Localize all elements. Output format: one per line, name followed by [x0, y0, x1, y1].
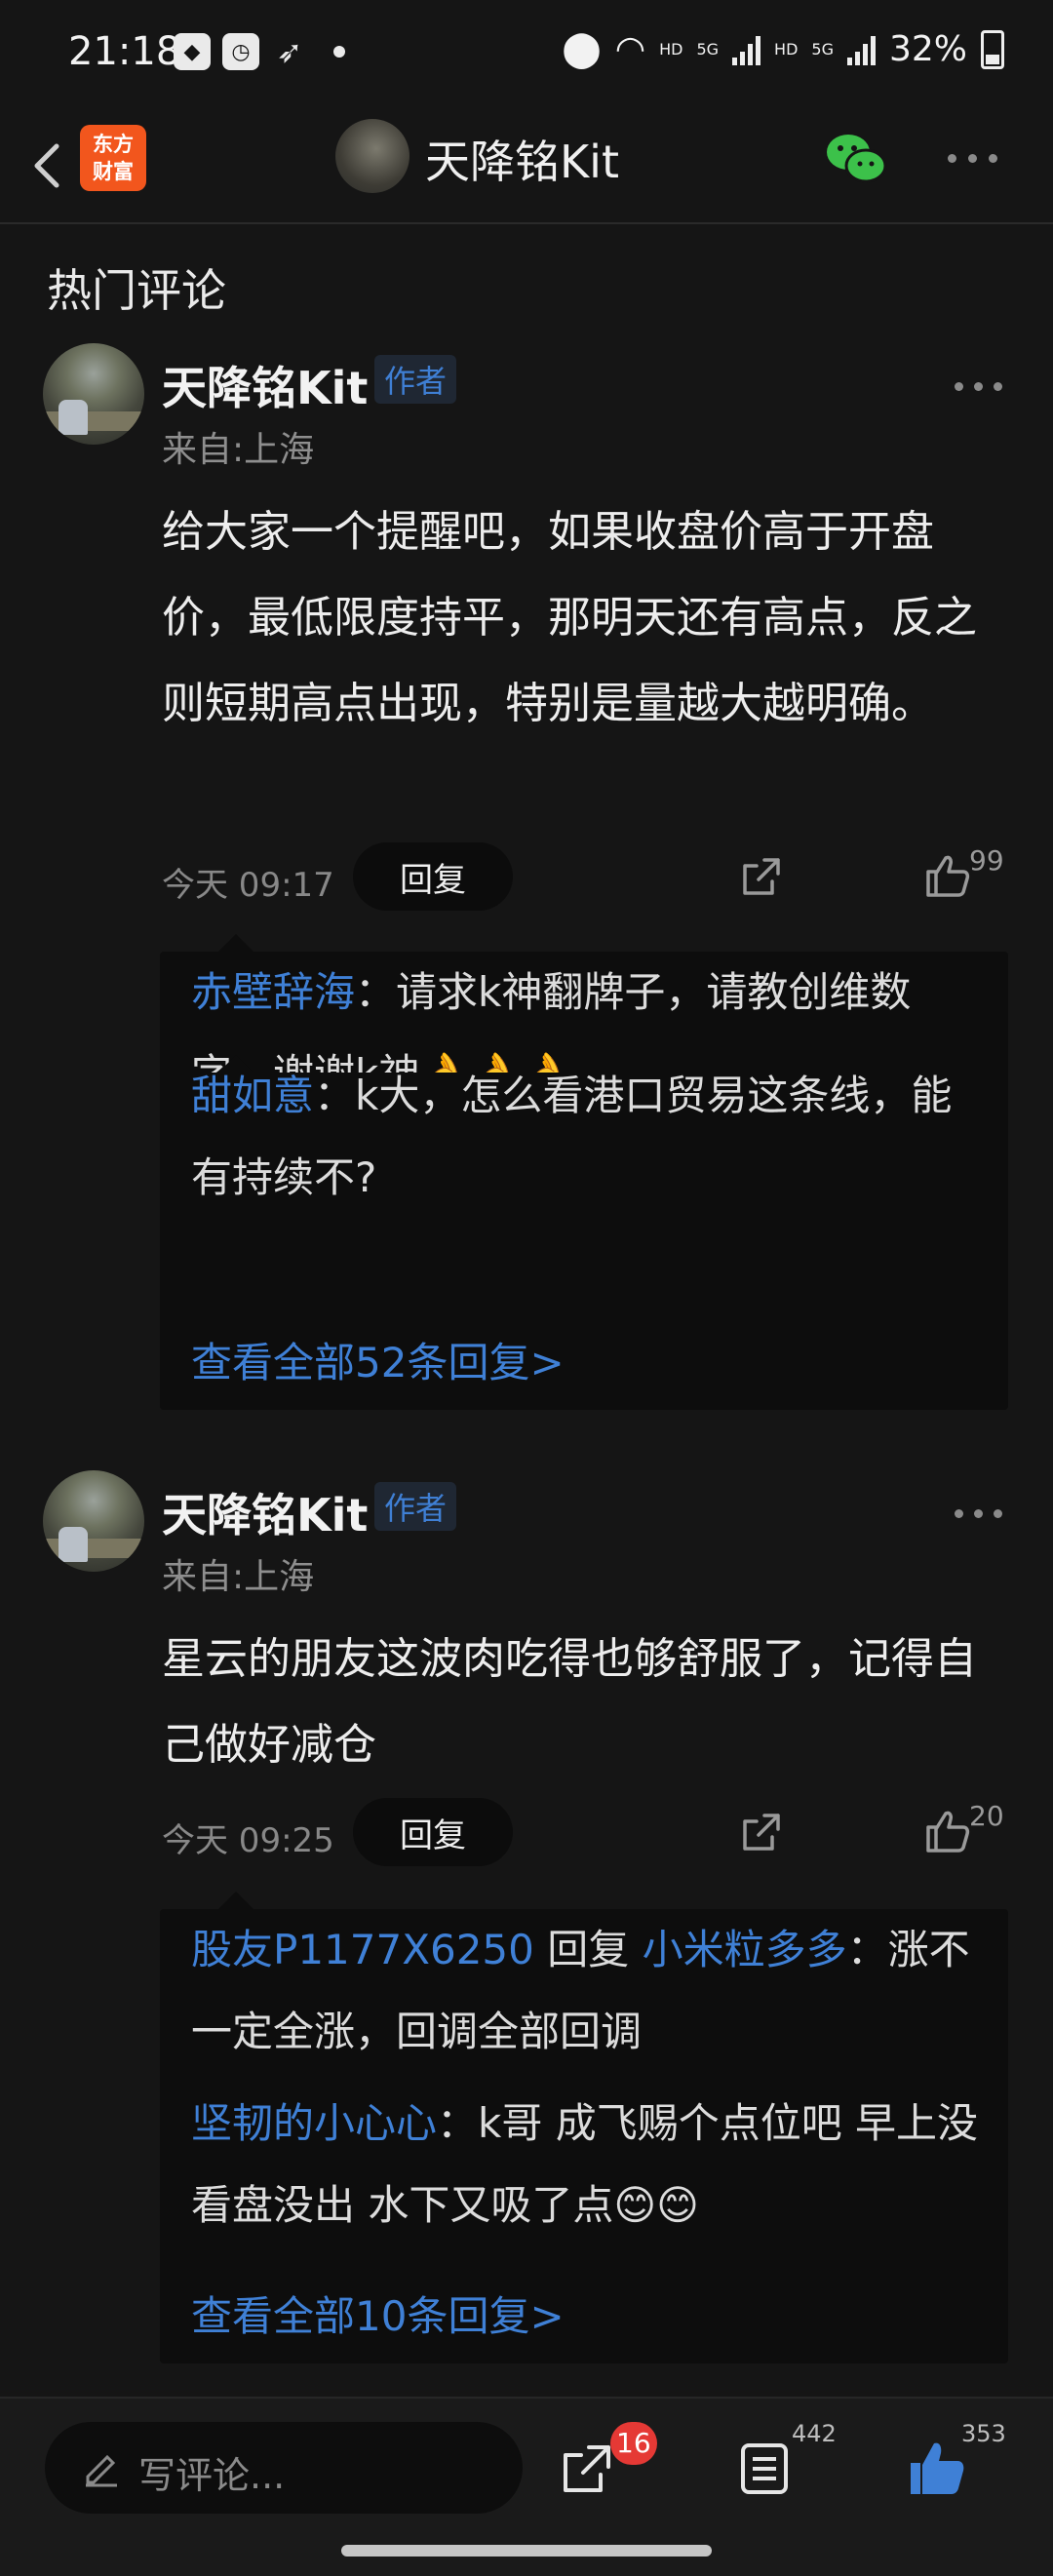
clock-app-icon: ◷ — [222, 33, 259, 70]
logo-line-1: 东方 — [93, 133, 134, 156]
like-count: 353 — [961, 2420, 1006, 2447]
reply-button[interactable]: 回复 — [353, 842, 513, 911]
battery-percent: 32% — [888, 29, 967, 69]
reply-item[interactable]: 坚韧的小心心：k哥 成飞赐个点位吧 早上没看盘没出 水下又吸了点😊😊 — [191, 2083, 991, 2246]
comment-placeholder: 写评论... — [138, 2454, 286, 2497]
nav-avatar[interactable] — [335, 119, 410, 193]
home-indicator[interactable] — [341, 2545, 712, 2556]
comment-text: 星云的朋友这波肉吃得也够舒服了，记得自己做好减仓 — [162, 1634, 977, 1770]
view-all-replies-link[interactable]: 查看全部10条回复> — [191, 2283, 565, 2343]
network-label-1: 5G — [696, 40, 720, 59]
comment-location: 来自:上海 — [162, 1557, 315, 1597]
view-all-replies-link[interactable]: 查看全部52条回复> — [191, 1330, 565, 1389]
comment-location: 来自:上海 — [162, 430, 315, 470]
system-status: ⬤ ◠ HD 5G HD 5G 32% — [562, 29, 1004, 69]
signal-icon-1 — [732, 34, 761, 65]
reply-button[interactable]: 回复 — [353, 1798, 513, 1866]
share-icon[interactable] — [737, 1808, 786, 1856]
pen-icon — [86, 2454, 117, 2487]
more-menu-button[interactable] — [948, 154, 1006, 168]
author-badge: 作者 — [374, 1482, 457, 1531]
status-time: 21:18 — [68, 29, 181, 74]
comment-card: 天降铭Kit 作者 来自:上海 星云的朋友这波肉吃得也够舒服了，记得自己做好减仓… — [0, 1470, 1053, 2367]
status-bar: 21:18 ◆ ◷ ➶ ⬤ ◠ HD 5G HD 5G 32% — [0, 0, 1053, 107]
hd-label-2: HD — [774, 40, 799, 59]
nav-bar: 东方 财富 天降铭Kit — [0, 107, 1053, 224]
bird-app-icon: ➶ — [276, 33, 303, 70]
comment-text: 给大家一个提醒吧，如果收盘价高于开盘价，最低限度持平，那明天还有高点，反之则短期… — [162, 507, 977, 728]
like-icon[interactable] — [905, 2438, 967, 2500]
comment-author[interactable]: 天降铭Kit — [162, 1480, 368, 1544]
comment-input[interactable]: 写评论... — [45, 2422, 523, 2514]
signal-icon-2 — [846, 34, 876, 65]
reply-item[interactable]: 甜如意：k大，怎么看港口贸易这条线，能有持续不? — [191, 1055, 991, 1219]
avatar[interactable] — [43, 1470, 144, 1572]
wechat-icon[interactable] — [825, 131, 887, 187]
battery-icon — [981, 29, 1004, 69]
wifi-icon: ◠ — [614, 29, 646, 69]
like-count: 20 — [969, 1800, 1004, 1832]
location-icon: ⬤ — [562, 29, 602, 69]
app-logo[interactable]: 东方 财富 — [80, 125, 146, 191]
list-icon[interactable] — [733, 2438, 796, 2500]
back-button[interactable] — [23, 127, 82, 205]
like-count: 99 — [969, 844, 1004, 877]
author-badge: 作者 — [374, 355, 457, 404]
reply-target-user[interactable]: 小米粒多多 — [643, 1926, 847, 1973]
reply-user[interactable]: 赤壁辞海 — [191, 968, 355, 1016]
share-icon[interactable] — [737, 852, 786, 901]
avatar[interactable] — [43, 343, 144, 445]
like-icon[interactable] — [922, 1806, 973, 1856]
comment-author[interactable]: 天降铭Kit — [162, 353, 368, 417]
comment-time: 今天 09:25 — [162, 1821, 334, 1860]
comment-time: 今天 09:17 — [162, 866, 334, 905]
like-icon[interactable] — [922, 850, 973, 901]
comment-more-button[interactable] — [955, 1509, 1002, 1518]
comment-more-button[interactable] — [955, 382, 1002, 391]
reply-user[interactable]: 甜如意 — [191, 1072, 314, 1119]
back-icon — [34, 143, 59, 188]
more-notifications-dot — [333, 46, 345, 58]
section-title: 热门评论 — [47, 264, 226, 317]
reply-item[interactable]: 股友P1177X6250 回复 小米粒多多：涨不一定全涨，回调全部回调 — [191, 1909, 991, 2073]
reply-thread-lower: 甜如意：k大，怎么看港口贸易这条线，能有持续不? 查看全部52条回复> — [160, 1055, 1008, 1410]
notification-icons: ◆ ◷ ➶ — [174, 33, 345, 70]
share-icon[interactable] — [556, 2438, 618, 2500]
app-notification-icon: ◆ — [174, 33, 211, 70]
page-title[interactable]: 天降铭Kit — [425, 127, 619, 191]
logo-line-2: 财富 — [93, 160, 134, 183]
comment-count: 442 — [792, 2420, 837, 2447]
reply-user[interactable]: 股友P1177X6250 — [191, 1926, 534, 1973]
share-badge: 16 — [610, 2422, 657, 2465]
reply-user[interactable]: 坚韧的小心心 — [191, 2099, 437, 2147]
reply-thread: 股友P1177X6250 回复 小米粒多多：涨不一定全涨，回调全部回调 坚韧的小… — [160, 1892, 1008, 2363]
hd-label-1: HD — [659, 40, 683, 59]
network-label-2: 5G — [811, 40, 834, 59]
